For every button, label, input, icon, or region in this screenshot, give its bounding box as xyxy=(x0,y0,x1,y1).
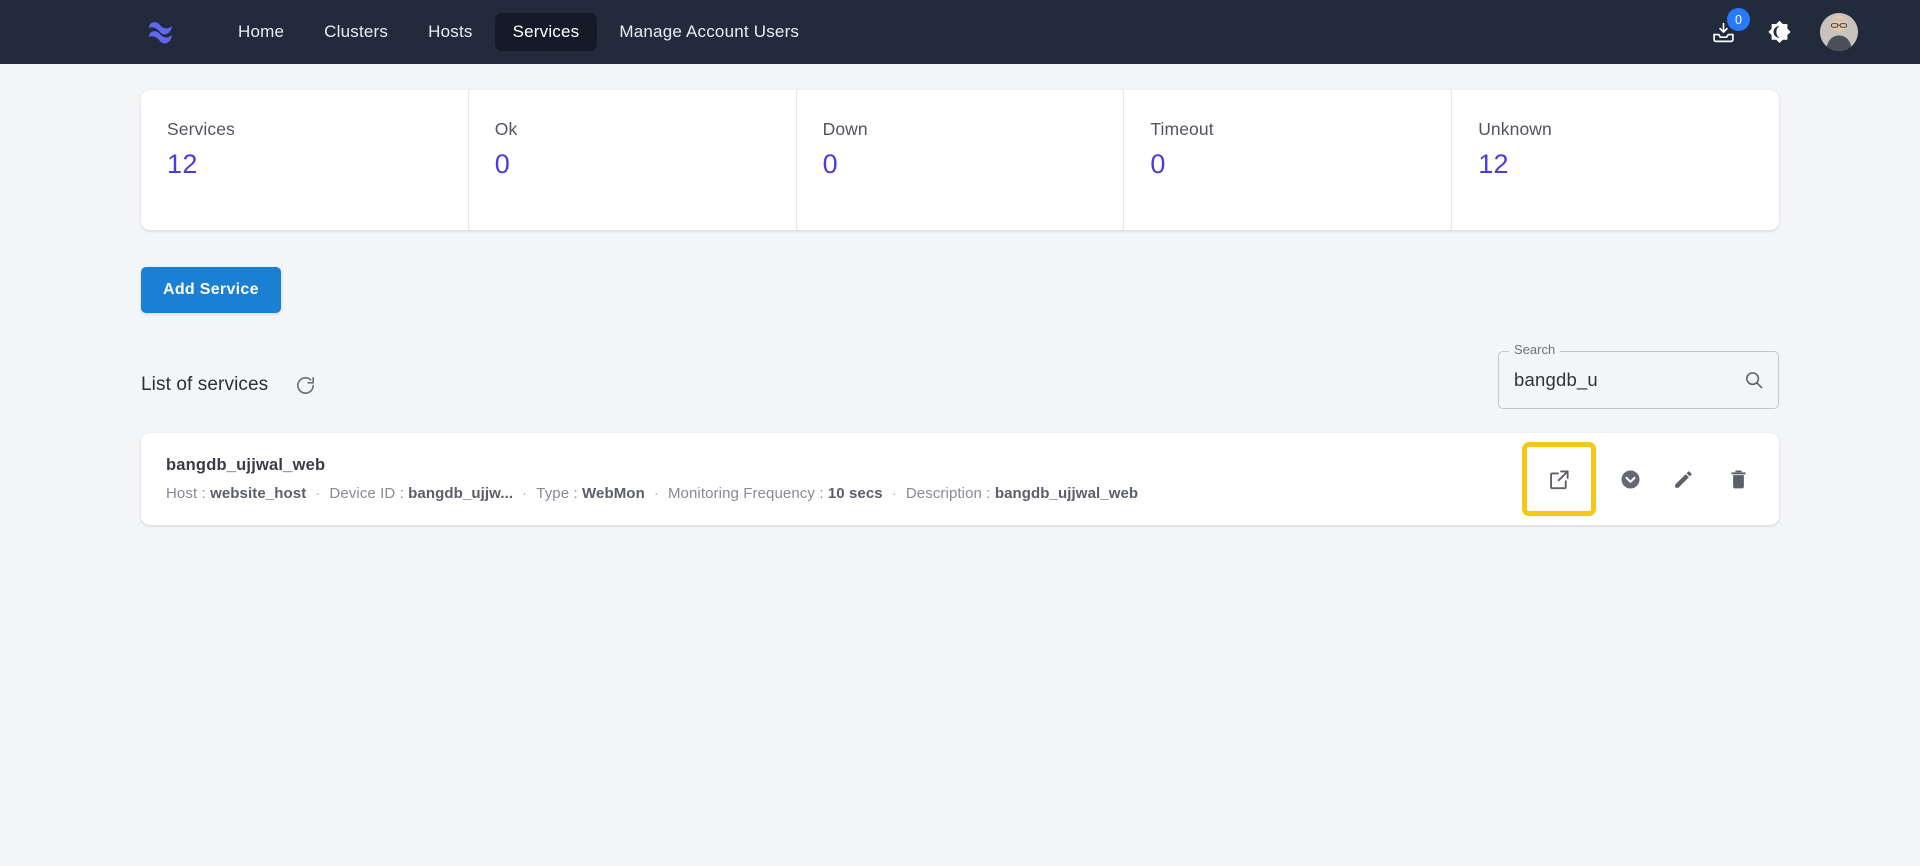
meta-host: Host : website_host xyxy=(166,485,306,502)
open-external-link-icon[interactable] xyxy=(1522,442,1596,516)
refresh-icon[interactable] xyxy=(292,372,318,398)
stat-label: Services xyxy=(167,119,235,139)
meta-description-label: Description : xyxy=(905,485,991,502)
service-actions xyxy=(1522,442,1753,516)
stat-value: 12 xyxy=(1478,149,1509,179)
service-name: bangdb_ujjwal_web xyxy=(166,456,326,474)
navbar-right-group: 0 xyxy=(1708,8,1890,51)
list-header-row: List of services Search xyxy=(141,342,1779,419)
search-field: Search xyxy=(1498,342,1779,409)
stats-summary-bar: Services 12 Ok 0 Down 0 Timeout 0 Unknow… xyxy=(141,90,1779,230)
service-list-item[interactable]: bangdb_ujjwal_web Host : website_host · … xyxy=(141,433,1779,525)
wave-logo-icon[interactable] xyxy=(140,11,182,53)
meta-monitoring-frequency-value: 10 secs xyxy=(827,485,883,502)
stat-value: 0 xyxy=(1150,149,1166,179)
stat-value: 0 xyxy=(494,149,511,179)
meta-separator: · xyxy=(891,485,897,502)
meta-type-label: Type : xyxy=(536,485,578,502)
stat-label: Down xyxy=(822,119,868,139)
nav-links: Home Clusters Hosts Services Manage Acco… xyxy=(220,13,817,51)
stat-label: Unknown xyxy=(1478,119,1552,139)
search-input[interactable] xyxy=(1498,351,1779,409)
meta-separator: · xyxy=(522,485,528,502)
stat-value: 0 xyxy=(822,149,838,179)
stat-label: Ok xyxy=(494,119,518,139)
search-icon[interactable] xyxy=(1743,369,1765,391)
content-container: Services 12 Ok 0 Down 0 Timeout 0 Unknow… xyxy=(141,90,1779,525)
stat-card-ok: Ok 0 xyxy=(469,90,797,230)
stat-card-unknown: Unknown 12 xyxy=(1452,90,1779,230)
nav-link-home[interactable]: Home xyxy=(220,13,302,51)
meta-type-value: WebMon xyxy=(582,485,645,502)
list-title-group: List of services xyxy=(141,351,318,398)
meta-device-id-label: Device ID : xyxy=(329,485,404,502)
meta-device-id: Device ID : bangdb_ujjw... xyxy=(329,485,513,502)
meta-description-value: bangdb_ujjwal_web xyxy=(994,485,1139,502)
stat-card-timeout: Timeout 0 xyxy=(1124,90,1453,230)
page-body: Services 12 Ok 0 Down 0 Timeout 0 Unknow… xyxy=(0,64,1920,525)
nav-link-clusters[interactable]: Clusters xyxy=(306,13,406,51)
nav-link-manage-account-users[interactable]: Manage Account Users xyxy=(601,13,817,51)
inbox-download-icon[interactable]: 0 xyxy=(1708,8,1750,47)
meta-host-value: website_host xyxy=(210,485,307,502)
meta-monitoring-frequency: Monitoring Frequency : 10 secs xyxy=(668,485,883,502)
user-avatar[interactable] xyxy=(1820,13,1858,51)
top-navbar: Home Clusters Hosts Services Manage Acco… xyxy=(0,0,1920,64)
meta-separator: · xyxy=(653,485,659,502)
service-meta: Host : website_host · Device ID : bangdb… xyxy=(166,485,1138,502)
stat-card-services: Services 12 xyxy=(141,90,469,230)
meta-host-label: Host : xyxy=(166,485,206,502)
add-service-button[interactable]: Add Service xyxy=(141,267,281,313)
meta-description: Description : bangdb_ujjwal_web xyxy=(906,485,1138,502)
meta-separator: · xyxy=(315,485,321,502)
nav-link-services[interactable]: Services xyxy=(494,13,598,51)
stat-value: 12 xyxy=(167,149,198,179)
meta-device-id-value: bangdb_ujjw... xyxy=(408,485,514,502)
meta-monitoring-frequency-label: Monitoring Frequency : xyxy=(667,485,824,502)
stat-card-down: Down 0 xyxy=(797,90,1125,230)
inbox-badge-count: 0 xyxy=(1727,8,1750,31)
nav-link-hosts[interactable]: Hosts xyxy=(410,13,490,51)
brightness-dark-mode-icon[interactable] xyxy=(1764,17,1794,47)
edit-pencil-icon[interactable] xyxy=(1669,464,1699,494)
chevron-down-circle-icon[interactable] xyxy=(1615,464,1645,494)
delete-trash-icon[interactable] xyxy=(1723,464,1753,494)
meta-type: Type : WebMon xyxy=(536,485,645,502)
stat-label: Timeout xyxy=(1150,119,1214,139)
list-title: List of services xyxy=(141,374,269,395)
service-info: bangdb_ujjwal_web Host : website_host · … xyxy=(166,456,1138,502)
